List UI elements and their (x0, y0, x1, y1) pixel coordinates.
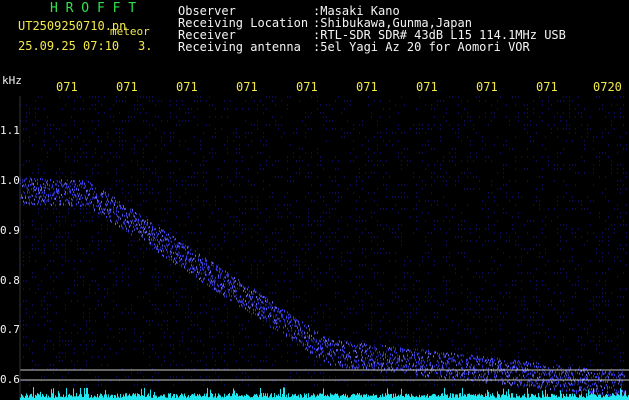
time-tick: 071 (416, 80, 438, 94)
spectrogram-window: H R O F F T UT2509250710.pn meteor 25.09… (0, 0, 629, 400)
freq-tick: 1.1 (0, 124, 20, 137)
time-tick: 071 (536, 80, 558, 94)
meteor-count: 3. (138, 39, 153, 53)
freq-tick: 0.8 (0, 274, 20, 287)
antenna-label: Receiving antenna (178, 40, 301, 54)
freq-tick: 0.6 (0, 373, 20, 386)
time-tick: 071 (176, 80, 198, 94)
time-tick: 0720 (593, 80, 622, 94)
time-tick: 071 (116, 80, 138, 94)
time-tick: 071 (236, 80, 258, 94)
freq-tick: 1.0 (0, 174, 20, 187)
date-time: 25.09.25 07:10 (18, 39, 120, 53)
time-tick: 071 (476, 80, 498, 94)
spectrogram-plot (19, 96, 629, 400)
freq-tick: 0.9 (0, 224, 20, 237)
time-tick: 071 (296, 80, 318, 94)
app-title: H R O F F T (50, 1, 137, 16)
khz-unit-label: kHz (2, 74, 22, 87)
time-tick: 071 (356, 80, 378, 94)
amplitude-baseline (20, 387, 629, 400)
freq-tick: 0.7 (0, 323, 20, 336)
antenna-value: :5el Yagi Az 20 for Aomori VOR (313, 40, 530, 54)
time-tick: 071 (56, 80, 78, 94)
meteor-label: meteor (110, 25, 150, 38)
signal-trace (20, 177, 625, 398)
noise-texture (20, 96, 627, 386)
